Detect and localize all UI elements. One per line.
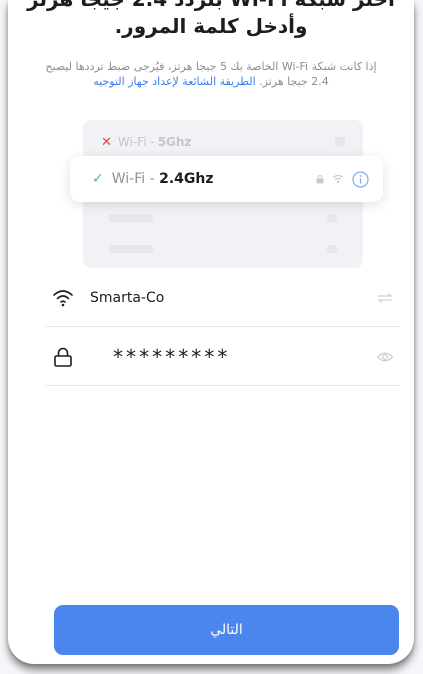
title-line-2: وأدخل كلمة المرور.	[114, 14, 308, 38]
lock-icon	[316, 174, 324, 183]
lock-icon	[54, 347, 72, 367]
info-icon	[352, 170, 369, 188]
wifi-5g-row: ✕ Wi-Fi - 5Ghz	[101, 128, 345, 156]
wifi-icon	[332, 174, 344, 184]
page-title: اختر شبكة Wi-Fi بتردد 2.4 جيجا هرتز وأدخ…	[8, 0, 414, 40]
placeholder-bar	[109, 214, 153, 222]
wifi-24g-card: ✓ Wi-Fi - 2.4Ghz	[70, 156, 383, 202]
wifi-24g-band: 2.4Ghz	[159, 171, 214, 187]
network-name: Smarta-Co	[90, 290, 165, 306]
placeholder-square	[335, 137, 345, 147]
next-button[interactable]: التالي	[54, 605, 399, 655]
placeholder-bar	[327, 214, 337, 222]
wifi-24g-label: Wi-Fi - 2.4Ghz	[112, 171, 214, 187]
placeholder-bar	[327, 245, 337, 253]
wifi-icon	[53, 290, 73, 307]
password-field[interactable]: *********	[46, 329, 400, 386]
eye-icon[interactable]	[376, 348, 394, 366]
wifi-5g-band: 5Ghz	[157, 135, 192, 149]
password-input[interactable]: *********	[112, 345, 229, 369]
network-field[interactable]: Smarta-Co	[46, 270, 400, 327]
wifi-setup-sheet: اختر شبكة Wi-Fi بتردد 2.4 جيجا هرتز وأدخ…	[8, 0, 414, 664]
placeholder-bar	[109, 245, 153, 253]
wifi-24g-prefix: Wi-Fi -	[111, 171, 160, 187]
switch-network-icon[interactable]	[376, 289, 394, 307]
instructions: إذا كانت شبكة Wi-Fi الخاصة بك 5 جيجا هرت…	[38, 59, 384, 89]
x-mark-icon: ✕	[101, 134, 112, 150]
router-setup-link[interactable]: الطريقة الشائعة لإعداد جهاز التوجيه	[93, 75, 255, 88]
title-line-1: اختر شبكة Wi-Fi بتردد 2.4 جيجا هرتز	[27, 0, 395, 11]
wifi-24g-icons	[316, 170, 369, 188]
wifi-5g-prefix: Wi-Fi -	[117, 135, 155, 149]
checkmark-icon: ✓	[92, 171, 104, 187]
